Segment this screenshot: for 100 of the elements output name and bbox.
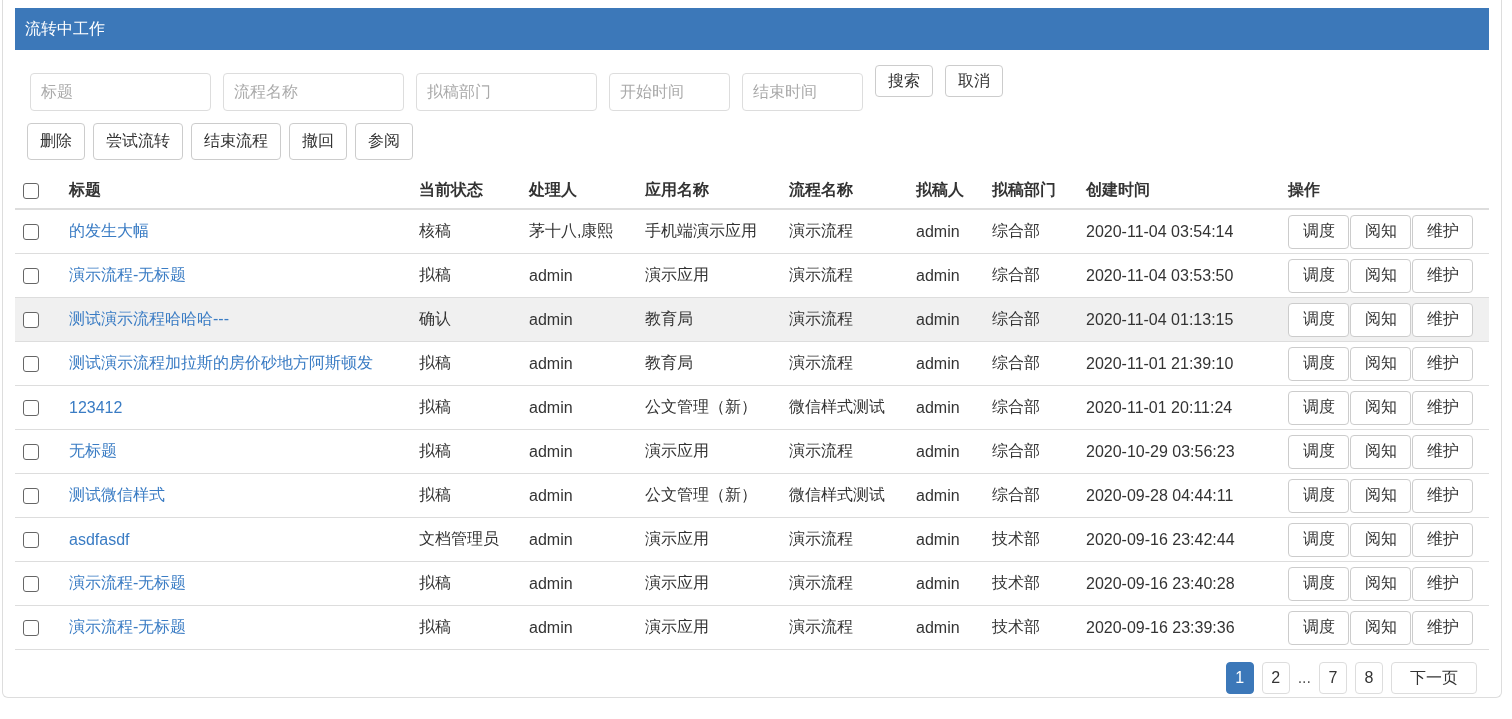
action-button[interactable]: 阅知 [1350, 346, 1411, 381]
table-cell: admin [529, 486, 573, 504]
title-link[interactable]: 测试演示流程哈哈哈--- [69, 310, 229, 327]
table-row[interactable]: 演示流程-无标题 拟稿 admin 演示应用 演示流程 admin 综合部 2020-11-04 03:53:50 调度 阅知 维护 [15, 253, 1489, 298]
title-link[interactable]: 123412 [69, 398, 123, 416]
filter-field[interactable]: 流程名称 [223, 73, 404, 111]
table-cell: 技术部 [992, 618, 1040, 635]
action-button[interactable]: 调度 [1288, 346, 1349, 381]
row-checkbox[interactable] [23, 312, 39, 329]
table-cell: 演示流程 [789, 266, 853, 283]
toolbar-button[interactable]: 参阅 [355, 123, 413, 160]
filter-field[interactable]: 标题 [30, 73, 211, 111]
title-link[interactable]: 演示流程-无标题 [69, 266, 187, 283]
title-link[interactable]: asdfasdf [69, 530, 130, 548]
row-checkbox[interactable] [23, 488, 39, 505]
title-link[interactable]: 演示流程-无标题 [69, 618, 187, 635]
action-button[interactable]: 维护 [1412, 610, 1473, 645]
table-cell: 演示流程 [789, 442, 853, 459]
table-cell: 综合部 [992, 486, 1040, 503]
filter-button[interactable]: 取消 [945, 65, 1003, 97]
filter-button[interactable]: 搜索 [875, 65, 933, 97]
filter-field[interactable]: 结束时间 [742, 73, 863, 111]
action-button[interactable]: 调度 [1288, 302, 1349, 337]
toolbar-button[interactable]: 撤回 [289, 123, 347, 160]
table-cell: 核稿 [419, 222, 451, 239]
page-button[interactable]: 7 [1319, 662, 1347, 694]
row-checkbox[interactable] [23, 268, 39, 285]
action-button[interactable]: 调度 [1288, 214, 1349, 249]
action-button[interactable]: 阅知 [1350, 434, 1411, 469]
page-button[interactable]: 8 [1355, 662, 1383, 694]
table-cell: admin [529, 530, 573, 548]
toolbar-button[interactable]: 尝试流转 [93, 123, 183, 160]
action-button[interactable]: 维护 [1412, 434, 1473, 469]
row-checkbox[interactable] [23, 532, 39, 549]
action-button[interactable]: 阅知 [1350, 390, 1411, 425]
table-row[interactable]: 的发生大幅 核稿 茅十八,康熙 手机端演示应用 演示流程 admin 综合部 2020-11-04 03:54:14 调度 阅知 维护 [15, 209, 1489, 254]
action-button[interactable]: 调度 [1288, 478, 1349, 513]
table-cell: admin [529, 354, 573, 372]
action-button[interactable]: 维护 [1412, 478, 1473, 513]
table-row[interactable]: 测试演示流程哈哈哈--- 确认 admin 教育局 演示流程 admin 综合部 2020-11-04 01:13:15 调度 阅知 维护 [15, 297, 1489, 342]
action-button[interactable]: 调度 [1288, 566, 1349, 601]
table-cell: 拟稿 [419, 442, 451, 459]
table-cell: 演示流程 [789, 310, 853, 327]
action-button[interactable]: 阅知 [1350, 302, 1411, 337]
action-button[interactable]: 调度 [1288, 258, 1349, 293]
table-cell: 教育局 [645, 310, 693, 327]
action-button[interactable]: 调度 [1288, 434, 1349, 469]
column-header: 处理人 [529, 180, 577, 198]
row-checkbox[interactable] [23, 224, 39, 241]
action-button[interactable]: 维护 [1412, 522, 1473, 557]
action-button[interactable]: 维护 [1412, 302, 1473, 337]
action-button[interactable]: 阅知 [1350, 610, 1411, 645]
page-button[interactable]: 1 [1225, 662, 1254, 694]
toolbar-button[interactable]: 结束流程 [191, 123, 281, 160]
action-button[interactable]: 阅知 [1350, 258, 1411, 293]
table-cell: 拟稿 [419, 354, 451, 371]
action-button[interactable]: 阅知 [1350, 214, 1411, 249]
title-link[interactable]: 测试微信样式 [69, 486, 165, 503]
action-button[interactable]: 调度 [1288, 522, 1349, 557]
action-button[interactable]: 维护 [1412, 390, 1473, 425]
row-checkbox[interactable] [23, 444, 39, 461]
row-checkbox[interactable] [23, 576, 39, 593]
action-button[interactable]: 维护 [1412, 346, 1473, 381]
title-link[interactable]: 测试演示流程加拉斯的房价砂地方阿斯顿发 [69, 354, 373, 371]
title-link[interactable]: 无标题 [69, 442, 117, 459]
table-row[interactable]: 123412 拟稿 admin 公文管理（新） 微信样式测试 admin 综合部 2020-11-01 20:11:24 调度 阅知 维护 [15, 385, 1489, 430]
table-cell: 技术部 [992, 530, 1040, 547]
table-row[interactable]: 无标题 拟稿 admin 演示应用 演示流程 admin 综合部 2020-10-29 03:56:23 调度 阅知 维护 [15, 429, 1489, 474]
table-row[interactable]: 演示流程-无标题 拟稿 admin 演示应用 演示流程 admin 技术部 2020-09-16 23:39:36 调度 阅知 维护 [15, 605, 1489, 650]
action-button[interactable]: 调度 [1288, 390, 1349, 425]
table-row[interactable]: 演示流程-无标题 拟稿 admin 演示应用 演示流程 admin 技术部 2020-09-16 23:40:28 调度 阅知 维护 [15, 561, 1489, 606]
column-header: 流程名称 [789, 180, 853, 198]
table-row[interactable]: 测试演示流程加拉斯的房价砂地方阿斯顿发 拟稿 admin 教育局 演示流程 admin 综合部 2020-11-01 21:39:10 调度 阅知 维护 [15, 341, 1489, 386]
table-cell: 2020-11-01 21:39:10 [1086, 354, 1234, 372]
table-cell: 2020-09-16 23:42:44 [1086, 530, 1235, 548]
action-button[interactable]: 维护 [1412, 258, 1473, 293]
table-cell: 演示应用 [645, 574, 709, 591]
action-button[interactable]: 阅知 [1350, 522, 1411, 557]
select-all-checkbox[interactable] [23, 182, 39, 199]
table-cell: admin [916, 398, 960, 416]
action-button[interactable]: 阅知 [1350, 566, 1411, 601]
action-button[interactable]: 维护 [1412, 566, 1473, 601]
action-button[interactable]: 维护 [1412, 214, 1473, 249]
row-checkbox[interactable] [23, 356, 39, 373]
row-checkbox[interactable] [23, 620, 39, 637]
filter-field[interactable]: 拟稿部门 [416, 73, 597, 111]
title-link[interactable]: 演示流程-无标题 [69, 574, 187, 591]
filter-field[interactable]: 开始时间 [609, 73, 730, 111]
page-button[interactable]: 2 [1261, 662, 1290, 694]
table-cell: admin [916, 442, 960, 460]
table-row[interactable]: 测试微信样式 拟稿 admin 公文管理（新） 微信样式测试 admin 综合部 2020-09-28 04:44:11 调度 阅知 维护 [15, 473, 1489, 518]
table-row[interactable]: asdfasdf 文档管理员 admin 演示应用 演示流程 admin 技术部 2020-09-16 23:42:44 调度 阅知 维护 [15, 517, 1489, 562]
toolbar-button[interactable]: 删除 [27, 123, 85, 160]
action-button[interactable]: 调度 [1288, 610, 1349, 645]
title-link[interactable]: 的发生大幅 [69, 222, 149, 239]
pagination-ellipsis: ... [1297, 669, 1311, 687]
next-page-button[interactable]: 下一页 [1391, 662, 1477, 694]
action-button[interactable]: 阅知 [1350, 478, 1411, 513]
table-cell: 演示应用 [645, 442, 709, 459]
row-checkbox[interactable] [23, 400, 39, 417]
